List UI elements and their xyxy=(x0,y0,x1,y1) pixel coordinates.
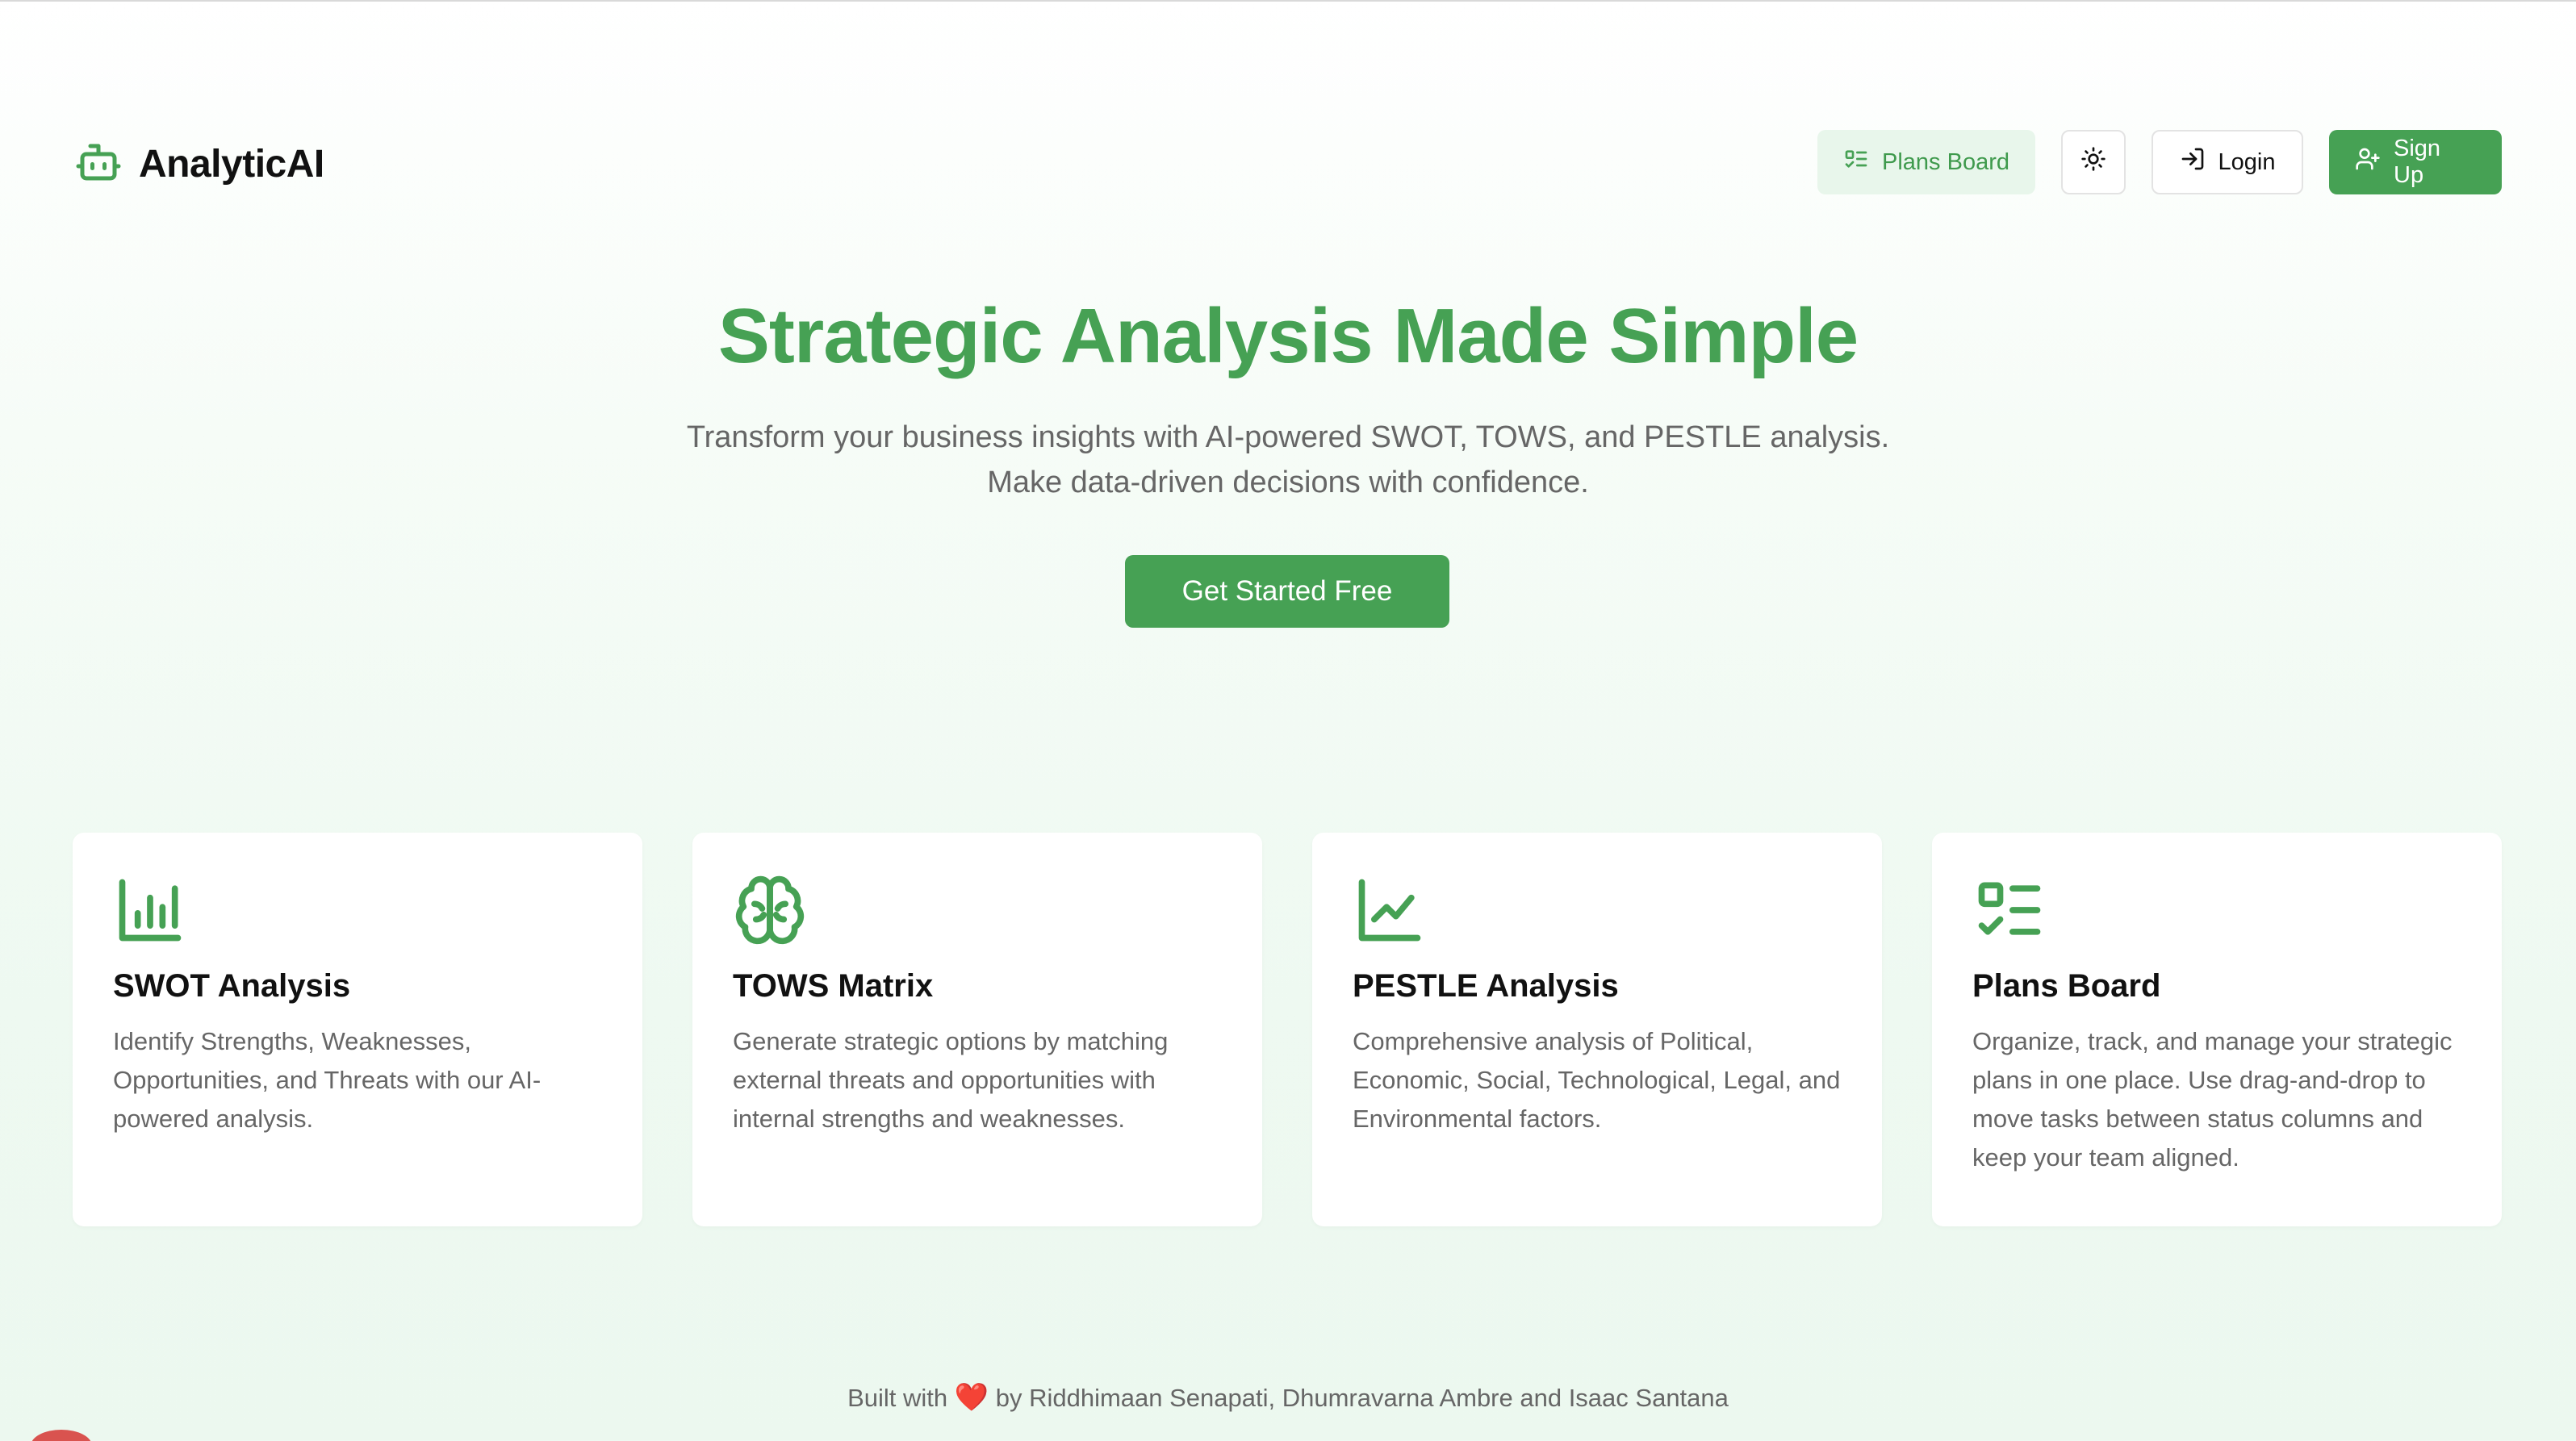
feature-card-pestle: PESTLE Analysis Comprehensive analysis o… xyxy=(1312,833,1882,1226)
login-icon xyxy=(2180,146,2206,178)
bar-chart-icon xyxy=(113,873,187,947)
feature-description: Identify Strengths, Weaknesses, Opportun… xyxy=(113,1027,542,1133)
feature-description: Comprehensive analysis of Political, Eco… xyxy=(1353,1027,1841,1133)
feature-card-swot: SWOT Analysis Identify Strengths, Weakne… xyxy=(73,833,642,1226)
feature-card-plans: Plans Board Organize, track, and manage … xyxy=(1932,833,2502,1226)
list-check-icon xyxy=(1843,146,1869,178)
feature-title: Plans Board xyxy=(1972,968,2161,1004)
signup-label: Sign Up xyxy=(2394,136,2441,188)
feature-title: SWOT Analysis xyxy=(113,968,351,1004)
hero-subtitle-line1: Transform your business insights with AI… xyxy=(686,420,1890,454)
footer-prefix: Built with xyxy=(847,1384,948,1412)
plans-board-button[interactable]: Plans Board xyxy=(1817,130,2035,194)
get-started-button[interactable]: Get Started Free xyxy=(1125,555,1449,628)
hero-title: Strategic Analysis Made Simple xyxy=(717,293,1859,379)
feature-card-tows: TOWS Matrix Generate strategic options b… xyxy=(692,833,1262,1226)
corner-avatar-badge[interactable] xyxy=(31,1430,92,1441)
site-header: AnalyticAI Plans Board Login Sign Up xyxy=(0,2,2576,324)
line-chart-icon xyxy=(1353,873,1427,947)
brand-name: AnalyticAI xyxy=(139,142,324,186)
brand-logo[interactable]: AnalyticAI xyxy=(74,139,324,189)
theme-toggle-button[interactable] xyxy=(2061,130,2126,194)
feature-description: Organize, track, and manage your strateg… xyxy=(1972,1027,2453,1172)
brain-icon xyxy=(733,873,807,947)
top-nav: Plans Board Login Sign Up xyxy=(1817,129,2502,195)
sun-icon xyxy=(2080,146,2106,178)
login-button[interactable]: Login xyxy=(2152,130,2303,194)
feature-title: PESTLE Analysis xyxy=(1353,968,1619,1004)
plans-board-label: Plans Board xyxy=(1882,148,2009,175)
hero-subtitle-line2: Make data-driven decisions with confiden… xyxy=(987,466,1589,499)
feature-description: Generate strategic options by matching e… xyxy=(733,1027,1169,1133)
robot-icon xyxy=(74,138,123,190)
login-label: Login xyxy=(2218,148,2276,175)
user-plus-icon xyxy=(2355,146,2381,178)
footer-suffix: by Riddhimaan Senapati, Dhumravarna Ambr… xyxy=(995,1384,1729,1412)
signup-button[interactable]: Sign Up xyxy=(2329,130,2502,194)
hero-subtitle: Transform your business insights with AI… xyxy=(0,415,2576,505)
feature-title: TOWS Matrix xyxy=(733,968,934,1004)
list-check-icon xyxy=(1972,873,2047,947)
footer-credits: Built with ❤️ by Riddhimaan Senapati, Dh… xyxy=(0,1381,2576,1414)
heart-icon: ❤️ xyxy=(954,1382,989,1413)
